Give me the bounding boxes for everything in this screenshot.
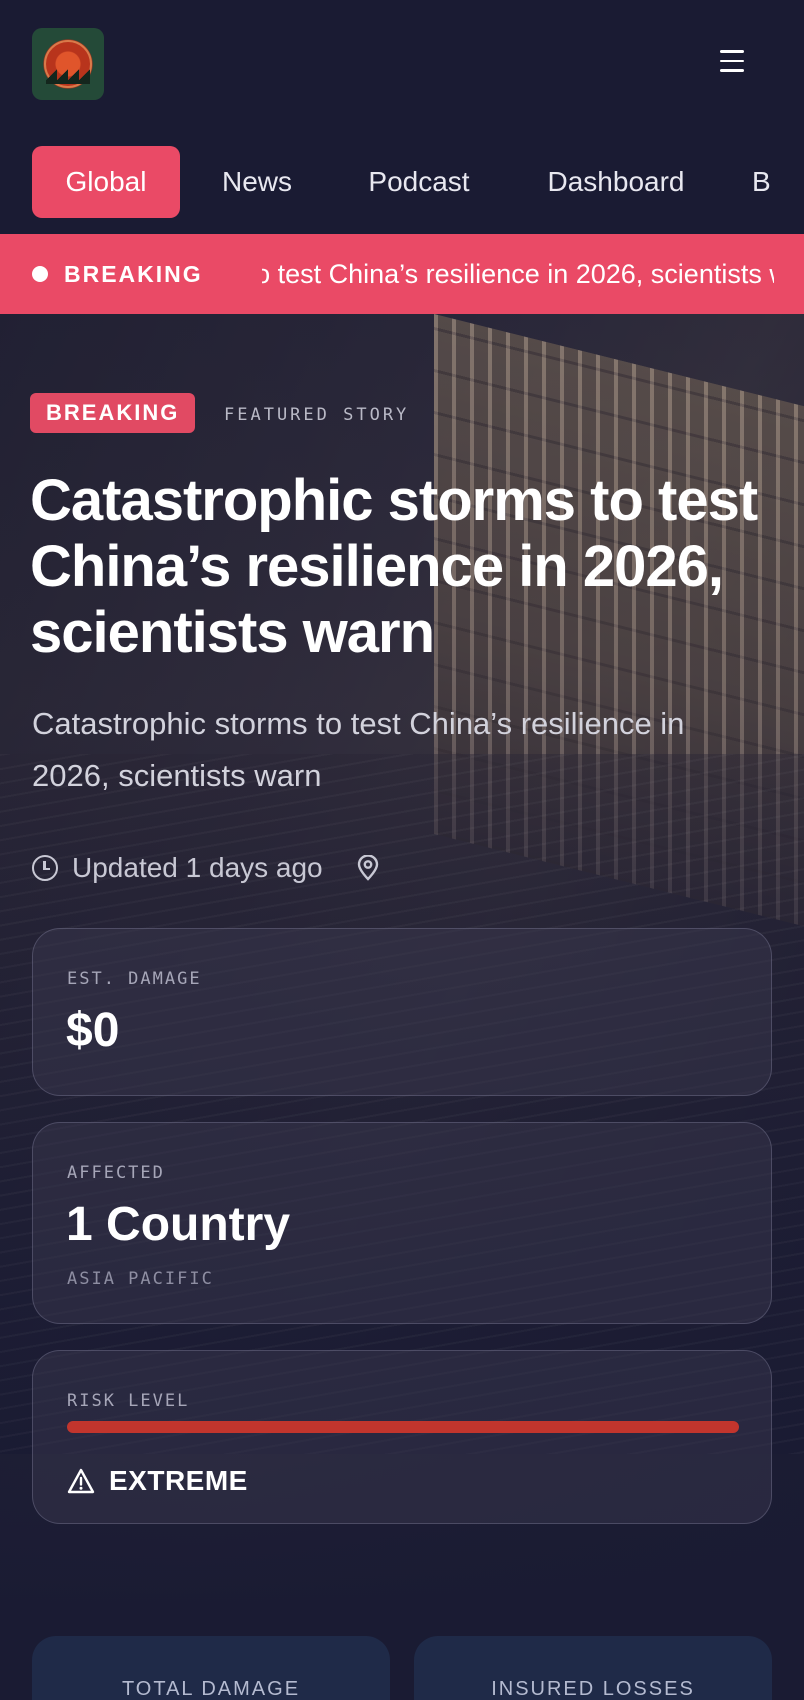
hero-subtitle: Catastrophic storms to test China’s resi…	[32, 706, 685, 793]
risk-level: EXTREME	[67, 1463, 248, 1499]
hamburger-menu-icon[interactable]	[716, 50, 748, 78]
nav-tabs: Global News Podcast Dashboard B	[0, 146, 804, 218]
menu-line	[720, 50, 744, 53]
live-dot-icon	[32, 266, 48, 282]
total-damage-label: TOTAL DAMAGE	[121, 1678, 301, 1700]
damage-value: $0	[66, 1004, 120, 1057]
page: Global News Podcast Dashboard B BREAKING…	[0, 0, 804, 1700]
menu-line	[720, 69, 744, 72]
menu-line	[720, 59, 744, 62]
tab-global[interactable]: Global	[32, 146, 180, 218]
risk-card: RISK LEVEL EXTREME	[32, 1350, 772, 1524]
top-header	[0, 0, 804, 130]
insured-losses-label: INSURED LOSSES	[491, 1678, 695, 1700]
clock-icon	[32, 855, 58, 881]
affected-card: AFFECTED 1 Country ASIA PACIFIC	[32, 1122, 772, 1324]
damage-label: EST. DAMAGE	[67, 969, 202, 989]
risk-level-value: EXTREME	[109, 1465, 248, 1496]
ticker-text[interactable]: Catastrophic storms to test China’s resi…	[262, 256, 774, 292]
breaking-ticker[interactable]: BREAKING Catastrophic storms to test Chi…	[0, 234, 804, 314]
affected-value: 1 Country	[66, 1198, 291, 1251]
risk-level-bar	[67, 1421, 739, 1433]
location-pin-icon[interactable]	[357, 854, 379, 881]
ticker-label: BREAKING	[64, 261, 203, 287]
breaking-badge: BREAKING	[30, 393, 196, 433]
ticker-window: Catastrophic storms to test China’s resi…	[262, 234, 774, 314]
tab-news[interactable]: News	[200, 146, 314, 218]
risk-label: RISK LEVEL	[67, 1391, 190, 1411]
total-damage-card[interactable]: TOTAL DAMAGE	[32, 1636, 390, 1700]
insured-losses-card[interactable]: INSURED LOSSES	[414, 1636, 772, 1700]
affected-region: ASIA PACIFIC	[67, 1269, 214, 1289]
affected-label: AFFECTED	[67, 1163, 165, 1183]
app-logo[interactable]	[32, 28, 104, 100]
updated-time: Updated 1 days ago	[72, 852, 323, 883]
damage-card: EST. DAMAGE $0	[32, 928, 772, 1096]
warning-icon	[67, 1468, 95, 1494]
featured-story-label: FEATURED STORY	[224, 405, 410, 425]
tab-dashboard[interactable]: Dashboard	[526, 146, 706, 218]
logo-trees	[46, 66, 90, 84]
tab-podcast[interactable]: Podcast	[348, 146, 490, 218]
story-meta: Updated 1 days ago	[32, 850, 379, 886]
hero-headline[interactable]: Catastrophic storms to test China’s resi…	[30, 468, 770, 666]
tab-partial[interactable]: B	[752, 146, 792, 218]
